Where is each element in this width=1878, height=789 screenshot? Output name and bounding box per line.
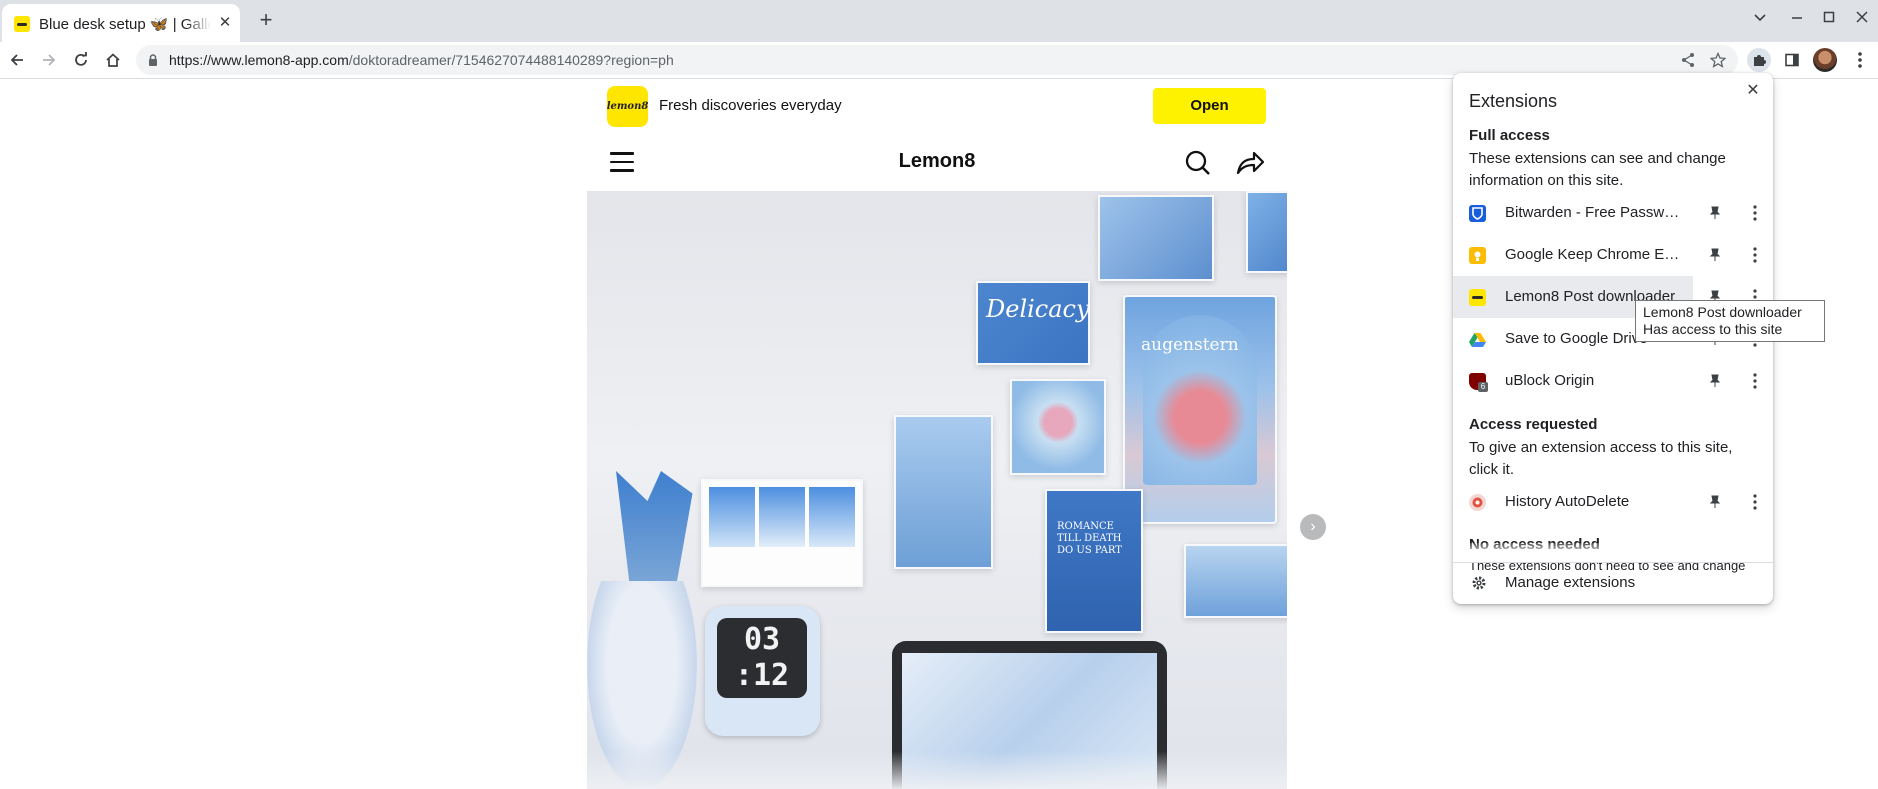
search-icon[interactable] xyxy=(1184,149,1212,177)
share-icon[interactable] xyxy=(1676,48,1700,72)
profile-avatar[interactable] xyxy=(1813,48,1837,72)
clock-hours: 03 xyxy=(743,622,781,657)
card-text: augenstern xyxy=(1141,335,1239,355)
url-text: https://www.lemon8-app.com/doktoradreame… xyxy=(169,52,674,68)
more-options-icon[interactable] xyxy=(1747,492,1763,512)
photo-card-delicacy: Delicacy xyxy=(976,281,1090,365)
extension-item-bitwarden[interactable]: Bitwarden - Free Password Manager xyxy=(1453,192,1773,234)
history-autodelete-icon xyxy=(1469,494,1486,511)
photo-card xyxy=(1098,195,1214,281)
next-image-button[interactable]: › xyxy=(1300,514,1326,540)
extension-name: Bitwarden - Free Password Manager xyxy=(1505,204,1681,221)
more-options-icon[interactable] xyxy=(1747,245,1763,265)
lemon8-icon xyxy=(1469,289,1486,306)
tab-active[interactable]: Blue desk setup 🦋 | Gallery posted by ✕ xyxy=(2,4,240,42)
app-banner: lemon8 Fresh discoveries everyday Open xyxy=(587,80,1287,132)
more-options-icon[interactable] xyxy=(1747,203,1763,223)
extension-item-history-autodelete[interactable]: History AutoDelete xyxy=(1453,481,1773,523)
tab-close-icon[interactable]: ✕ xyxy=(216,14,234,32)
extension-item-google-keep[interactable]: Google Keep Chrome Extension xyxy=(1453,234,1773,276)
bitwarden-icon xyxy=(1469,205,1486,222)
tab-search-icon[interactable] xyxy=(1748,8,1772,32)
gear-icon xyxy=(1472,576,1486,590)
share-arrow-icon[interactable] xyxy=(1235,149,1265,177)
manage-extensions-button[interactable]: Manage extensions xyxy=(1453,563,1773,604)
more-options-icon[interactable] xyxy=(1747,371,1763,391)
extension-name: Google Keep Chrome Extension xyxy=(1505,246,1681,263)
tab-title: Blue desk setup 🦋 | Gallery posted by xyxy=(39,16,211,33)
extension-name: History AutoDelete xyxy=(1505,493,1630,510)
pin-icon[interactable] xyxy=(1707,247,1723,263)
post-photo[interactable]: Delicacy augenstern ROMANCE TILL DEATH D… xyxy=(587,191,1287,789)
address-bar[interactable]: https://www.lemon8-app.com/doktoradreame… xyxy=(136,45,1738,75)
google-keep-icon xyxy=(1469,247,1486,264)
window-close-icon[interactable] xyxy=(1850,8,1874,32)
full-access-description: These extensions can see and change info… xyxy=(1469,150,1726,189)
clock-device: 03 :12 xyxy=(705,606,820,736)
tooltip-line-1: Lemon8 Post downloader xyxy=(1643,304,1802,320)
side-panel-icon[interactable] xyxy=(1780,48,1804,72)
manage-extensions-label: Manage extensions xyxy=(1505,574,1636,591)
photo-card xyxy=(1010,379,1106,475)
clock-minutes: :12 xyxy=(734,658,790,693)
photo-card xyxy=(1184,544,1287,618)
browser-menu-icon[interactable] xyxy=(1848,48,1872,72)
access-requested-heading: Access requested xyxy=(1469,416,1598,433)
close-icon[interactable]: ✕ xyxy=(1743,81,1763,101)
extension-tooltip: Lemon8 Post downloader Has access to thi… xyxy=(1635,300,1825,342)
photo-card-clouds xyxy=(701,479,863,587)
site-title: Lemon8 xyxy=(898,150,976,172)
bookmark-star-icon[interactable] xyxy=(1706,48,1730,72)
photo-card-romance: ROMANCE TILL DEATH DO US PART xyxy=(1045,489,1143,633)
tooltip-line-2: Has access to this site xyxy=(1643,321,1783,337)
banner-slogan: Fresh discoveries everyday xyxy=(659,97,842,114)
reload-icon[interactable] xyxy=(69,48,93,72)
new-tab-button[interactable]: + xyxy=(254,9,278,33)
photo-card-augenstern: augenstern xyxy=(1123,295,1277,524)
extension-name: uBlock Origin xyxy=(1505,372,1595,389)
lemon8-favicon-icon xyxy=(14,16,30,32)
full-access-heading: Full access xyxy=(1469,127,1550,144)
home-icon[interactable] xyxy=(101,48,125,72)
card-text: ROMANCE TILL DEATH DO US PART xyxy=(1057,521,1122,556)
forward-arrow-icon[interactable] xyxy=(37,48,61,72)
ublock-icon: 6 xyxy=(1469,373,1488,392)
maximize-icon[interactable] xyxy=(1817,8,1841,32)
open-app-button[interactable]: Open xyxy=(1153,88,1266,124)
pin-icon[interactable] xyxy=(1707,373,1723,389)
photo-card xyxy=(1246,191,1287,273)
lemon8-logo: lemon8 xyxy=(607,86,648,127)
site-header: Lemon8 xyxy=(587,140,1287,186)
back-arrow-icon[interactable] xyxy=(5,48,29,72)
google-drive-icon xyxy=(1469,331,1486,348)
pin-icon[interactable] xyxy=(1707,205,1723,221)
scroll-fade xyxy=(1453,543,1773,562)
access-requested-description: To give an extension access to this site… xyxy=(1469,439,1733,478)
extension-item-ublock-origin[interactable]: 6 uBlock Origin xyxy=(1453,360,1773,402)
tab-strip: Blue desk setup 🦋 | Gallery posted by ✕ … xyxy=(0,0,1878,42)
extensions-puzzle-icon[interactable] xyxy=(1747,48,1771,72)
card-text: Delicacy xyxy=(986,295,1090,323)
pin-icon[interactable] xyxy=(1707,494,1723,510)
ublock-badge: 6 xyxy=(1478,382,1488,392)
lock-icon[interactable] xyxy=(146,53,160,67)
minimize-icon[interactable] xyxy=(1785,8,1809,32)
extensions-title: Extensions xyxy=(1469,91,1558,111)
photo-card-train xyxy=(894,415,993,569)
